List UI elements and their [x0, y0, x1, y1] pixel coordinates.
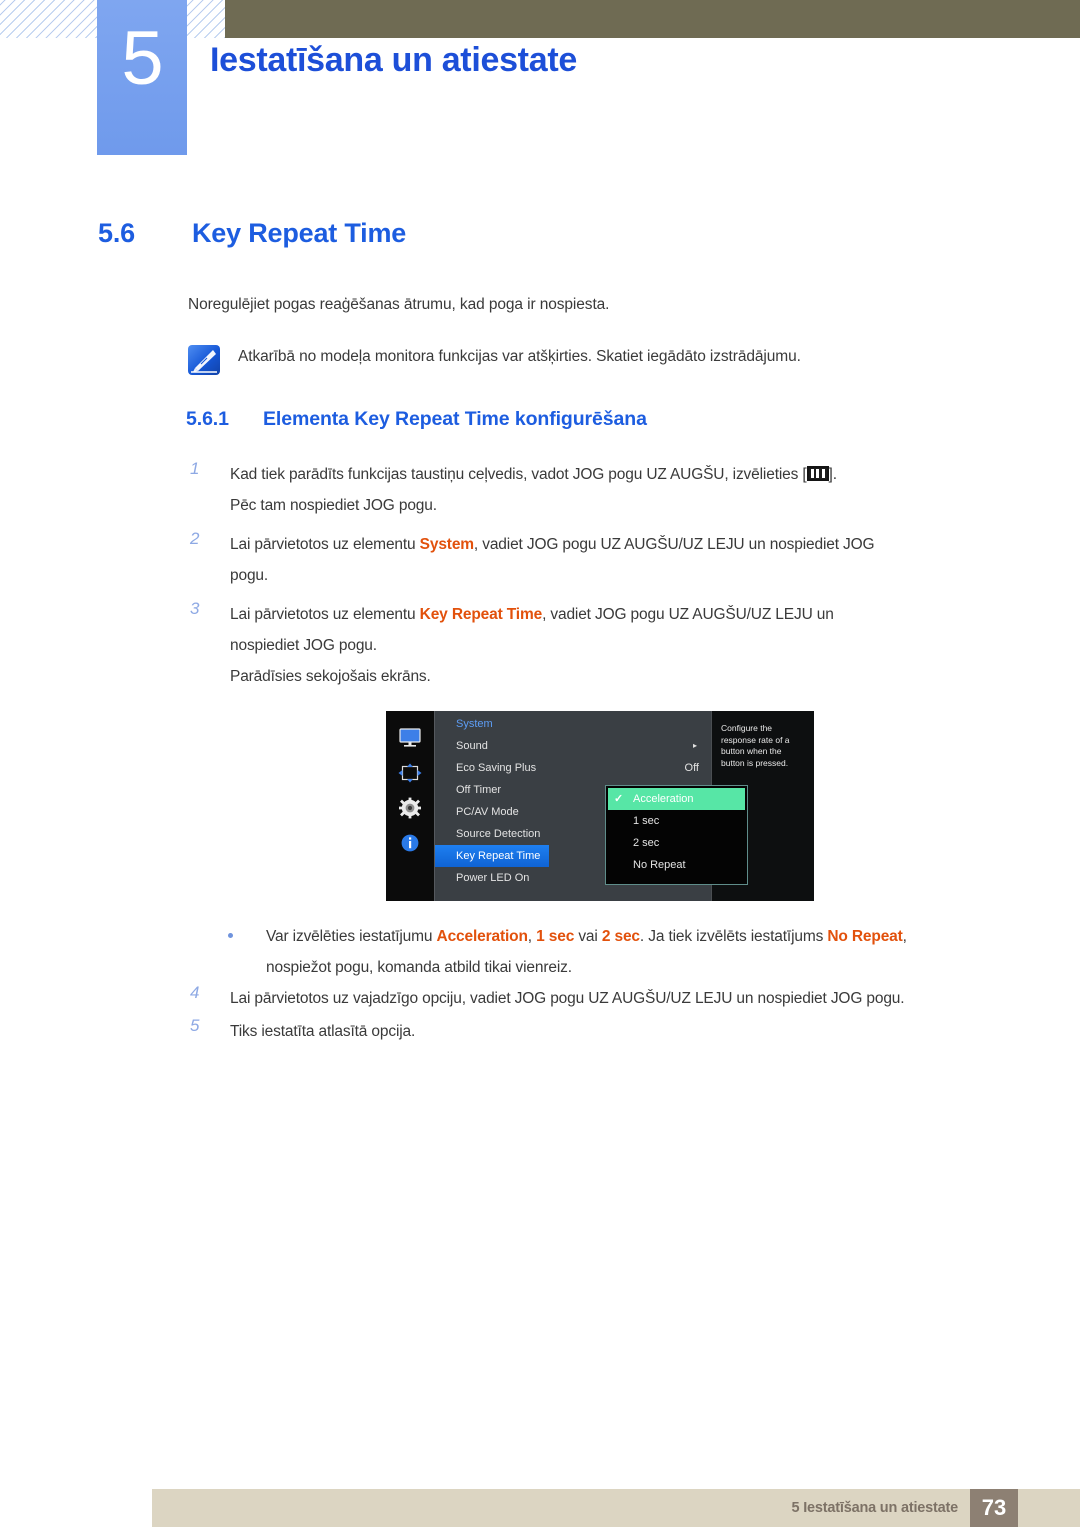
bullet-text: vai [574, 928, 602, 945]
steps-list-second: 4 Lai pārvietotos uz vajadzīgo opciju, v… [188, 983, 1018, 1049]
osd-item-key-repeat-time[interactable]: Key Repeat Time [435, 845, 549, 867]
check-icon: ✓ [614, 793, 624, 805]
step-line: Lai pārvietotos uz elementu Key Repeat T… [230, 599, 998, 630]
monitor-icon[interactable] [397, 727, 423, 749]
gear-icon[interactable] [397, 797, 423, 819]
section-heading: 5.6 Key Repeat Time [98, 218, 406, 249]
keyword-1-sec: 1 sec [536, 928, 575, 945]
osd-submenu-option-no-repeat[interactable]: No Repeat [606, 854, 747, 876]
step-line: Parādīsies sekojošais ekrāns. [230, 668, 431, 685]
step-index: 2 [190, 529, 200, 548]
osd-submenu-label: No Repeat [633, 859, 686, 871]
osd-submenu-label: Acceleration [633, 793, 694, 805]
step-text-post: , vadiet JOG pogu UZ AUGŠU/UZ LEJU un [542, 606, 834, 623]
step-text-post: , vadiet JOG pogu UZ AUGŠU/UZ LEJU un no… [473, 536, 875, 553]
section-intro-text: Noregulējiet pogas reaģēšanas ātrumu, ka… [188, 296, 610, 313]
osd-item-label: Eco Saving Plus [456, 762, 537, 774]
section-number: 5.6 [98, 218, 135, 248]
steps-list-first: 1 Kad tiek parādīts funkcijas taustiņu c… [188, 459, 998, 700]
chapter-number-block: 5 [97, 0, 187, 155]
step-text: Lai pārvietotos uz elementu [230, 536, 420, 553]
osd-item-label: Off Timer [456, 784, 502, 796]
header-bar [225, 0, 1080, 38]
osd-item-eco-saving-plus[interactable]: Eco Saving Plus Off [435, 757, 711, 779]
step-line: pogu. [230, 567, 269, 584]
osd-submenu: ✓ Acceleration 1 sec 2 sec No Repeat [605, 785, 748, 885]
osd-submenu-option-2-sec[interactable]: 2 sec [606, 832, 747, 854]
osd-menu-title: System [456, 718, 493, 730]
move-arrows-icon[interactable] [397, 762, 423, 784]
step-index: 1 [190, 459, 200, 478]
osd-screenshot: System Sound ▸ Eco Saving Plus Off Off T… [386, 711, 814, 901]
bullet-line: Var izvēlēties iestatījumu Acceleration,… [266, 921, 998, 952]
step-text-post: ]. [828, 466, 837, 483]
osd-item-label: Key Repeat Time [456, 850, 541, 862]
chapter-title: Iestatīšana un atiestate [210, 41, 577, 79]
bullet-text: . Ja tiek izvēlēts iestatījums [639, 928, 828, 945]
step-line: Lai pārvietotos uz elementu System, vadi… [230, 529, 998, 560]
step-index: 3 [190, 599, 200, 618]
step-text: Kad tiek parādīts funkcijas taustiņu ceļ… [230, 466, 807, 483]
subsection-heading: 5.6.1 Elementa Key Repeat Time konfigurēš… [186, 408, 647, 431]
osd-menu-panel: System Sound ▸ Eco Saving Plus Off Off T… [434, 711, 748, 901]
list-item: 2 Lai pārvietotos uz elementu System, va… [188, 529, 998, 591]
keyword-key-repeat-time: Key Repeat Time [419, 606, 543, 623]
step-index: 5 [190, 1016, 200, 1035]
step-line: Kad tiek parādīts funkcijas taustiņu ceļ… [230, 459, 998, 490]
osd-submenu-label: 2 sec [633, 837, 660, 849]
osd-item-label: Sound [456, 740, 488, 752]
bullet-text: , [527, 928, 537, 945]
osd-submenu-option-acceleration[interactable]: ✓ Acceleration [608, 788, 745, 810]
osd-item-label: Power LED On [456, 872, 530, 884]
footer-page-number: 73 [970, 1489, 1018, 1527]
list-item: 5 Tiks iestatīta atlasītā opcija. [188, 1016, 1018, 1047]
osd-submenu-label: 1 sec [633, 815, 660, 827]
osd-item-label: Source Detection [456, 828, 541, 840]
step-line: nospiediet JOG pogu. [230, 637, 377, 654]
footer-chapter-label: 5 Iestatīšana un atiestate [791, 1500, 959, 1516]
bullet-note: Var izvēlēties iestatījumu Acceleration,… [226, 921, 998, 983]
bullet-text: , [902, 928, 907, 945]
note-pen-icon [188, 345, 220, 375]
note-text: Atkarībā no modeļa monitora funkcijas va… [238, 348, 801, 365]
menu-bars-icon [806, 466, 829, 481]
step-line: Tiks iestatīta atlasītā opcija. [230, 1023, 416, 1040]
osd-item-sound[interactable]: Sound ▸ [435, 735, 711, 757]
info-icon[interactable] [397, 832, 423, 854]
keyword-system: System [419, 536, 474, 553]
section-title: Key Repeat Time [192, 218, 407, 248]
list-item: 4 Lai pārvietotos uz vajadzīgo opciju, v… [188, 983, 1018, 1014]
step-line: Lai pārvietotos uz vajadzīgo opciju, vad… [230, 990, 905, 1007]
list-item: 1 Kad tiek parādīts funkcijas taustiņu c… [188, 459, 998, 521]
subsection-title: Elementa Key Repeat Time konfigurēšana [263, 408, 647, 430]
osd-item-value: Off [684, 762, 699, 774]
bullet-text: Var izvēlēties iestatījumu [266, 928, 437, 945]
osd-submenu-option-1-sec[interactable]: 1 sec [606, 810, 747, 832]
bullet-dot-icon [228, 933, 233, 938]
list-item: 3 Lai pārvietotos uz elementu Key Repeat… [188, 599, 998, 692]
chevron-right-icon: ▸ [692, 741, 697, 750]
bullet-line: nospiežot pogu, komanda atbild tikai vie… [266, 959, 572, 976]
step-text: Lai pārvietotos uz elementu [230, 606, 420, 623]
step-line: Pēc tam nospiediet JOG pogu. [230, 497, 437, 514]
osd-icon-rail [386, 711, 434, 901]
keyword-2-sec: 2 sec [601, 928, 640, 945]
keyword-no-repeat: No Repeat [827, 928, 903, 945]
document-page: 5 Iestatīšana un atiestate 5.6 Key Repeat… [0, 0, 1080, 1527]
keyword-acceleration: Acceleration [436, 928, 528, 945]
subsection-number: 5.6.1 [186, 408, 229, 430]
step-index: 4 [190, 983, 200, 1002]
osd-item-label: PC/AV Mode [456, 806, 519, 818]
